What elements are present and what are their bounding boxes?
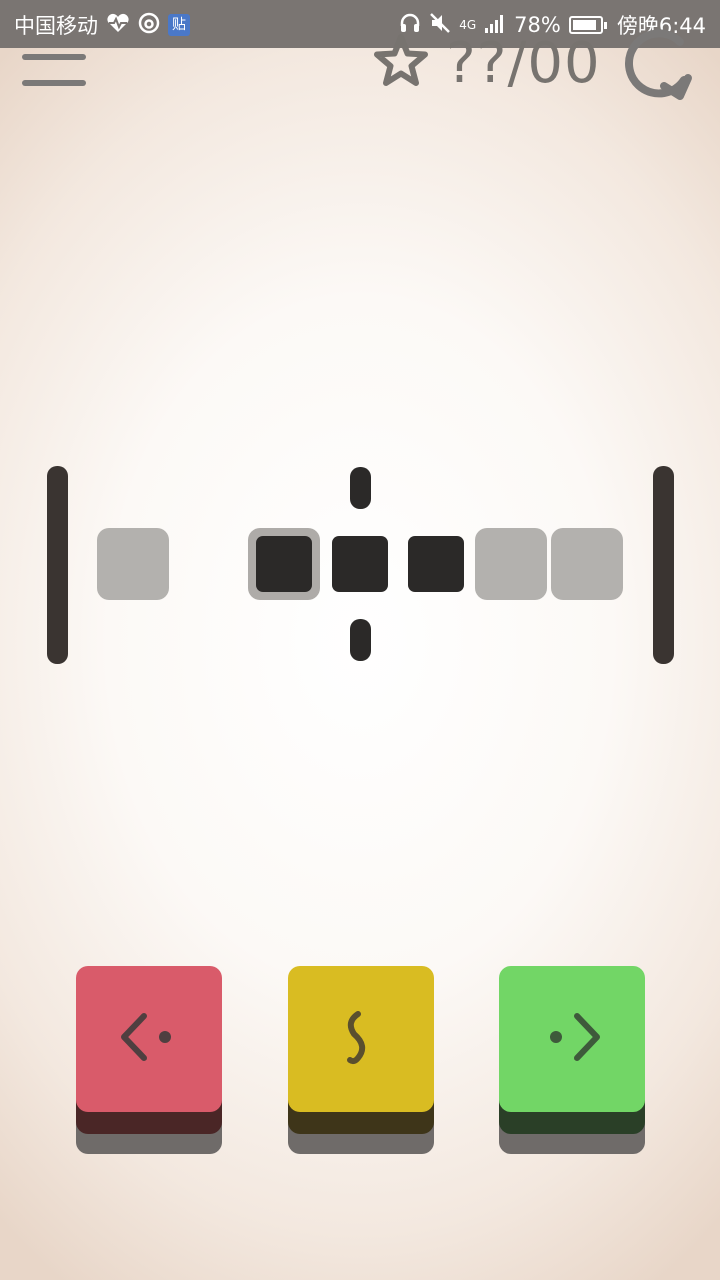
move-left-button[interactable] [76,966,222,1154]
move-right-icon [550,1013,600,1061]
board-cell-selected-block [248,528,320,600]
star-icon [372,32,430,94]
marker-bottom [350,619,371,661]
marker-top [350,467,371,509]
hamburger-menu-icon[interactable] [22,52,88,92]
board-cell-block [332,536,388,592]
weibo-icon [138,12,160,39]
board-cell-empty [475,528,547,600]
score-text: ??/00 [446,30,601,96]
score-display: ??/00 [372,28,601,98]
tieba-badge-icon: 贴 [168,14,190,36]
swap-s-icon [347,1011,366,1065]
move-right-button[interactable] [499,966,645,1154]
board-cell-empty [97,528,169,600]
carrier-name: 中国移动 [14,14,98,38]
restart-icon[interactable] [622,28,698,108]
right-wall [653,466,674,664]
status-bar: 中国移动 贴 4G 78% 傍晚6:44 [0,0,720,48]
move-left-icon [121,1013,171,1061]
swap-button[interactable] [288,966,434,1154]
heart-pulse-icon [106,13,130,38]
board-cell-empty [551,528,623,600]
left-wall [47,466,68,664]
board-cell-block [408,536,464,592]
